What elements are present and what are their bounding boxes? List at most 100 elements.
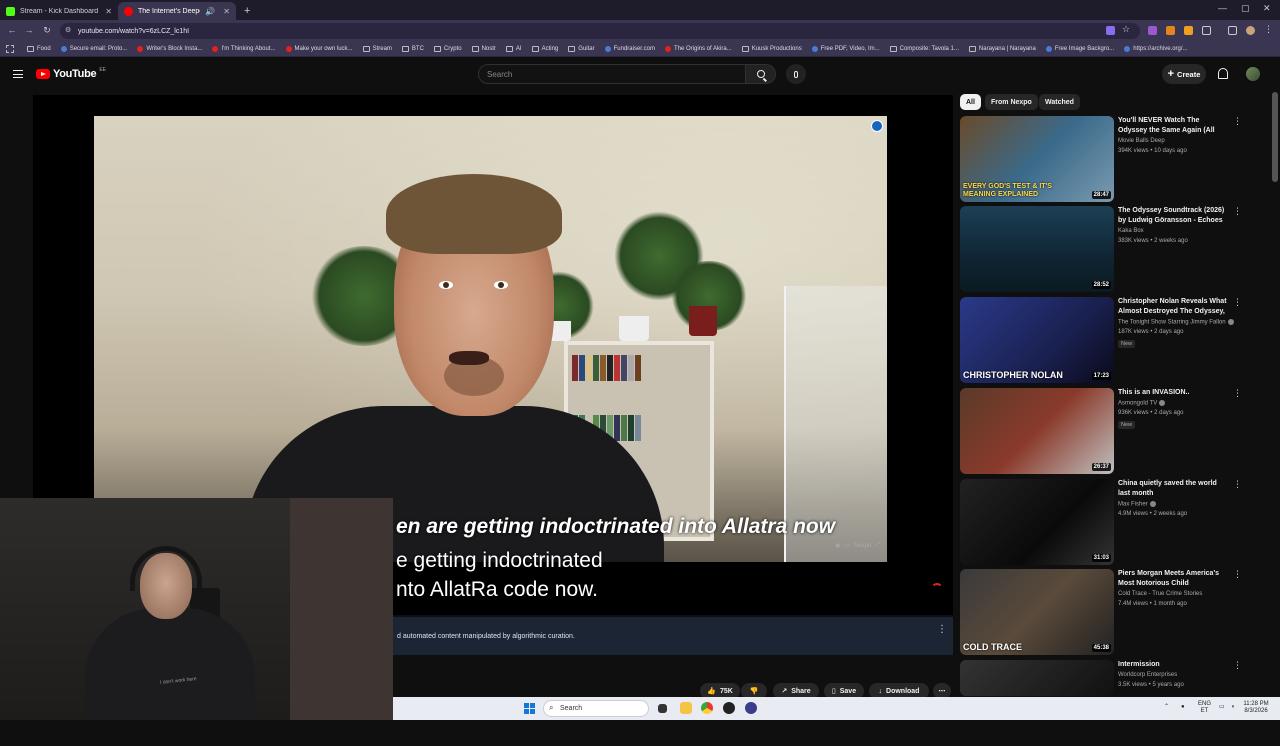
video-thumbnail[interactable] [960,660,1114,696]
reload-icon[interactable]: ↻ [38,25,56,36]
bookmark-item[interactable]: Acting [527,46,564,52]
windows-start-icon[interactable] [524,703,535,714]
obs-icon[interactable] [745,702,757,714]
video-thumbnail[interactable]: 26:37 [960,388,1114,474]
bookmark-item[interactable]: AI [501,46,527,52]
star-icon[interactable]: ☆ [1122,24,1130,34]
channel-name[interactable]: Cold Trace - True Crime Stories [1118,591,1202,597]
video-thumbnail[interactable]: CHRISTOPHER NOLAN 17:23 [960,297,1114,383]
search-button[interactable] [746,64,776,84]
more-options-icon[interactable]: ⋮ [1233,388,1242,399]
related-video-item[interactable]: EVERY GOD'S TEST & IT'S MEANING EXPLAINE… [960,116,1260,202]
chip-all[interactable]: All [960,94,981,110]
create-button[interactable]: + Create [1162,64,1206,84]
language-indicator[interactable]: ENG ET [1198,701,1211,715]
video-thumbnail[interactable]: 28:52 [960,206,1114,292]
bookmark-item[interactable]: BTC [397,46,429,52]
chrome-icon[interactable] [701,702,713,714]
more-options-icon[interactable]: ⋮ [1233,297,1242,308]
bookmark-item[interactable]: Writer's Block Insta... [132,46,207,52]
expand-icon[interactable]: ⤢ [875,542,880,549]
more-options-icon[interactable]: ⋮ [1233,660,1242,671]
bookmark-item[interactable]: Guitar [563,46,599,52]
extension-icon[interactable] [1184,26,1193,35]
channel-name[interactable]: Kaka Box [1118,228,1144,234]
related-video-title[interactable]: The Odyssey Soundtrack (2026) by Ludwig … [1118,206,1230,226]
apps-icon[interactable] [6,45,14,53]
bookmark-item[interactable]: Free Image Backgro... [1041,46,1119,52]
bookmark-item[interactable]: Fundraiser.com [600,46,660,52]
channel-name[interactable]: Worldcorp Enterprises [1118,672,1177,678]
chip-from-nexpo[interactable]: From Nexpo [985,94,1038,110]
channel-name[interactable]: The Tonight Show Starring Jimmy Fallon [1118,319,1234,326]
related-video-title[interactable]: Piers Morgan Meets America's Most Notori… [1118,569,1230,589]
youtube-logo[interactable]: YouTube EE [36,67,106,80]
url-bar[interactable]: ⚙ youtube.com/watch?v=6zLCZ_lc1hI [60,23,1140,39]
extensions-puzzle-icon[interactable] [1202,26,1211,35]
close-tab-icon[interactable]: ✕ [223,7,230,16]
related-video-item[interactable]: 28:52 The Odyssey Soundtrack (2026) by Lu… [960,206,1260,292]
maximize-icon[interactable]: ▢ [1241,3,1250,14]
close-tab-icon[interactable]: ✕ [105,7,112,16]
bookmark-item[interactable]: The Origins of Akira... [660,46,737,52]
scrollbar[interactable] [1272,92,1278,182]
bookmark-item[interactable]: Secure email: Proto... [56,46,133,52]
more-options-icon[interactable]: ⋮ [1233,206,1242,217]
bookmark-item[interactable]: Free PDF, Video, Im... [807,46,885,52]
speaker-icon[interactable]: 🔊 [205,7,215,16]
app-icon[interactable] [723,702,735,714]
extension-icon[interactable] [1148,26,1157,35]
related-video-title[interactable]: Christopher Nolan Reveals What Almost De… [1118,297,1230,317]
new-tab-button[interactable]: + [236,2,258,20]
related-video-item[interactable]: 26:37 This is an INVASION.. Asmongold TV 93… [960,388,1260,474]
bookmark-item[interactable]: I'm Thinking About... [207,46,280,52]
close-window-icon[interactable]: ✕ [1263,3,1271,14]
forward-icon[interactable]: → [20,25,38,35]
bookmark-item[interactable]: Nostr [467,46,501,52]
bookmark-item[interactable]: Kuusk Productions [737,46,807,52]
network-icon[interactable]: ▭ [1219,704,1225,711]
related-video-title[interactable]: This is an INVASION.. [1118,388,1230,398]
browser-menu-icon[interactable]: ⋮ [1264,24,1273,34]
tray-chevron-icon[interactable]: ⌃ [1164,704,1169,711]
related-video-item[interactable]: COLD TRACE 45:38 Piers Morgan Meets Americ… [960,569,1260,655]
search-input[interactable]: Search [478,64,746,84]
more-options-icon[interactable]: ⋮ [1233,479,1242,490]
notifications-bell-icon[interactable] [1218,68,1228,79]
video-frame[interactable] [94,116,887,562]
bookmark-item[interactable]: Food [22,46,56,52]
related-video-item[interactable]: CHRISTOPHER NOLAN 17:23 Christopher Nolan … [960,297,1260,383]
bookmark-item[interactable]: Crypto [429,46,467,52]
hamburger-menu-icon[interactable] [13,70,23,78]
task-view-icon[interactable] [658,704,667,713]
bookmark-item[interactable]: Composite: Tavola 1... [885,46,964,52]
related-video-title[interactable]: Intermission [1118,660,1230,670]
minimize-icon[interactable]: — [1218,3,1227,13]
channel-name[interactable]: Movie Balls Deep [1118,138,1165,144]
clock[interactable]: 11:28 PM 8/3/2026 [1241,701,1271,715]
video-thumbnail[interactable]: 31:03 [960,479,1114,565]
channel-watermark-icon[interactable] [871,120,883,132]
channel-name[interactable]: Max Fisher [1118,501,1156,508]
description-more-icon[interactable]: ⋮ [937,624,947,635]
more-options-icon[interactable]: ⋮ [1233,116,1242,127]
taskbar-search-input[interactable]: ⌕ Search [543,700,649,717]
channel-name[interactable]: Asmongold TV [1118,400,1166,407]
related-video-title[interactable]: China quietly saved the world last month [1118,479,1230,499]
more-options-icon[interactable]: ⋮ [1233,569,1242,580]
translate-icon[interactable] [1106,26,1115,35]
related-video-title[interactable]: You'll NEVER Watch The Odyssey the Same … [1118,116,1230,136]
related-video-item[interactable]: 31:03 China quietly saved the world last … [960,479,1260,565]
video-thumbnail[interactable]: COLD TRACE 45:38 [960,569,1114,655]
chip-watched[interactable]: Watched [1039,94,1080,110]
browser-tab-kick[interactable]: Stream - Kick Dashboard ✕ [0,2,118,20]
tray-icon[interactable]: ● [1181,704,1185,711]
file-explorer-icon[interactable] [680,702,692,714]
bookmark-item[interactable]: Narayana | Narayana [964,46,1041,52]
sidebar-icon[interactable] [1228,26,1237,35]
voice-search-button[interactable] [786,64,806,84]
bookmark-item[interactable]: https://archive.org/... [1119,46,1192,52]
bookmark-item[interactable]: Stream [358,46,397,52]
video-thumbnail[interactable]: EVERY GOD'S TEST & IT'S MEANING EXPLAINE… [960,116,1114,202]
browser-tab-youtube[interactable]: The Internet's Deepest Rab 🔊 ✕ [118,2,236,20]
